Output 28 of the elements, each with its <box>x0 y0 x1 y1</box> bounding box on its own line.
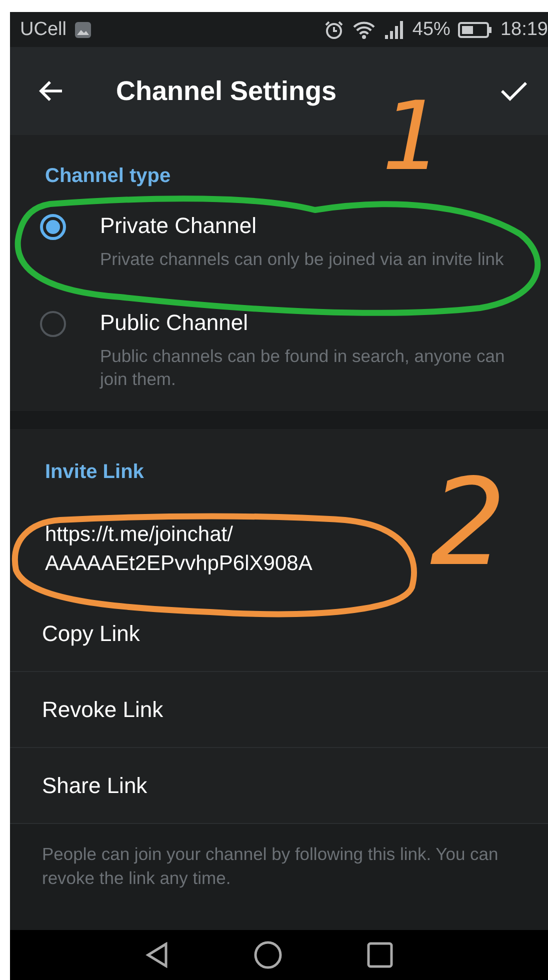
radio-button[interactable] <box>40 311 66 337</box>
alarm-icon <box>324 20 344 40</box>
section-heading: Channel type <box>44 164 172 188</box>
footer-note: People can join your channel by following this link. You can revoke the link any time. <box>42 843 500 890</box>
checkmark-icon[interactable] <box>500 80 528 102</box>
option-description: Public channels can be found in search, anyone can join them. <box>100 345 506 391</box>
clock-time: 18:19 <box>500 18 548 40</box>
radio-button[interactable] <box>40 214 66 240</box>
option-label: Private Channel <box>100 213 258 239</box>
signal-icon <box>384 20 404 40</box>
back-nav-icon[interactable] <box>145 942 169 968</box>
section-heading: Invite Link <box>44 460 145 484</box>
carrier-name: UCell <box>20 18 66 40</box>
invite-link-url[interactable]: https://t.me/joinchat/ AAAAAEt2EPvvhpP6lX908A <box>10 484 385 596</box>
screen-title: Channel Settings <box>116 76 338 106</box>
option-description: Private channels can only be joined via an invite link <box>100 248 505 271</box>
link-action-item[interactable]: Revoke Link <box>10 672 548 748</box>
image-notification-icon <box>74 20 92 38</box>
option-label: Public Channel <box>100 310 249 336</box>
handwritten-number: 1 <box>382 90 442 185</box>
wifi-icon <box>352 20 376 40</box>
back-arrow-icon[interactable] <box>38 80 64 102</box>
recents-nav-icon[interactable] <box>367 942 393 968</box>
battery-percent: 45% <box>412 18 450 40</box>
handwritten-number: 2 <box>430 464 506 584</box>
home-nav-icon[interactable] <box>254 941 282 969</box>
battery-icon <box>458 20 492 38</box>
link-action-item[interactable]: Copy Link <box>10 596 548 672</box>
